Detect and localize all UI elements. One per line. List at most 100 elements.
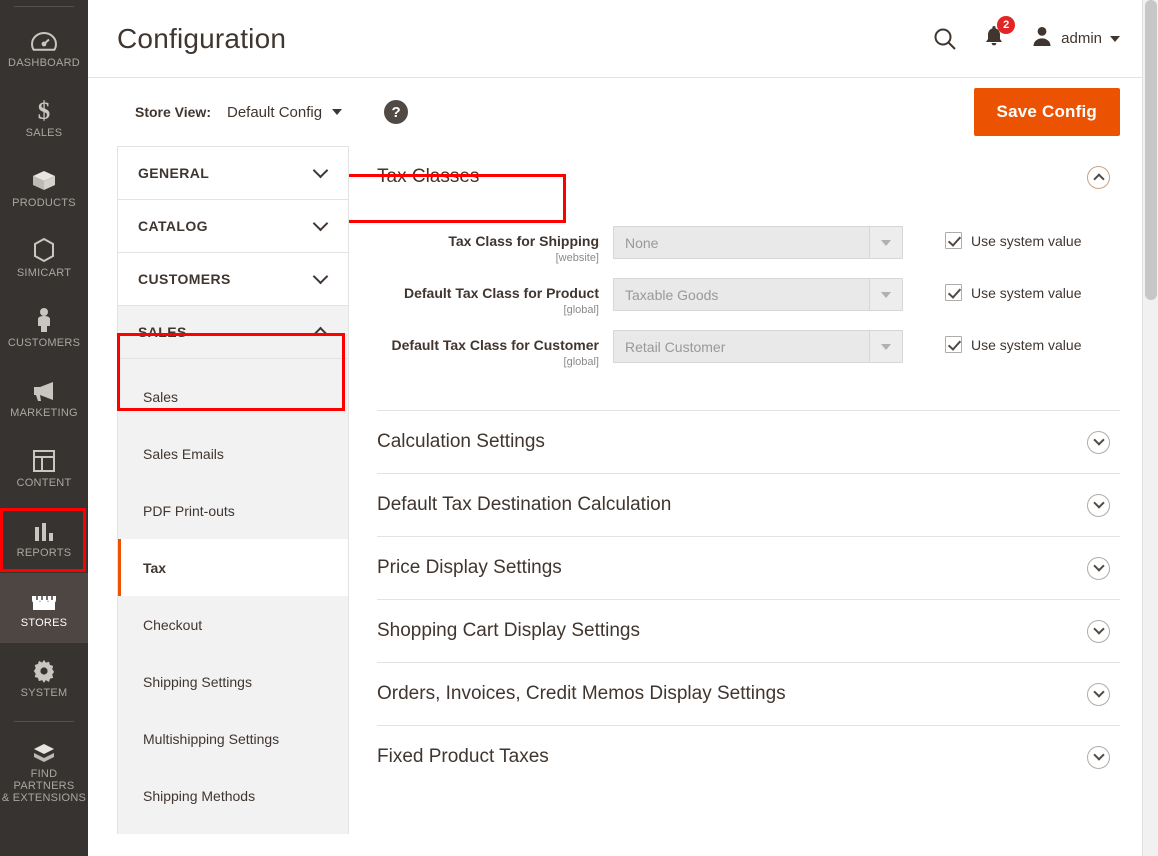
sidebar-item-products[interactable]: PRODUCTS	[0, 153, 88, 223]
fieldset-tax-classes-header[interactable]: Tax Classes	[377, 146, 1120, 208]
field-control: Taxable Goods	[613, 278, 903, 311]
chevron-up-icon[interactable]	[1087, 166, 1110, 189]
dashboard-icon	[31, 27, 57, 53]
chevron-down-icon[interactable]	[1087, 683, 1110, 706]
tax-class-for-shipping-select[interactable]: None	[613, 226, 903, 259]
fieldset-title: Calculation Settings	[377, 431, 545, 453]
notification-count-badge: 2	[997, 16, 1015, 34]
sidebar-item-label: REPORTS	[17, 547, 72, 559]
hexagon-icon	[32, 237, 56, 263]
default-tax-class-for-customer-select[interactable]: Retail Customer	[613, 330, 903, 363]
config-nav-section-general[interactable]: GENERAL	[118, 147, 348, 200]
use-system-value-checkbox[interactable]	[945, 284, 962, 301]
config-nav-item-tax[interactable]: Tax	[118, 539, 348, 596]
fieldset-tax-classes-body: Tax Class for Shipping [website] None	[377, 208, 1120, 410]
fieldset-calculation-settings: Calculation Settings	[377, 411, 1120, 474]
fieldset-orders-invoices-credit-memos-header[interactable]: Orders, Invoices, Credit Memos Display S…	[377, 663, 1120, 725]
fieldset-fixed-product-taxes-header[interactable]: Fixed Product Taxes	[377, 726, 1120, 788]
config-nav-item-label: Checkout	[143, 617, 202, 633]
config-nav-section-label: GENERAL	[138, 165, 209, 181]
bar-chart-icon	[32, 517, 56, 543]
fieldset-price-display-settings-header[interactable]: Price Display Settings	[377, 537, 1120, 599]
sidebar-item-system[interactable]: SYSTEM	[0, 643, 88, 713]
sidebar-item-label: PRODUCTS	[12, 197, 76, 209]
config-nav-item-label: Tax	[143, 560, 166, 576]
fieldset-orders-invoices-credit-memos-display-settings: Orders, Invoices, Credit Memos Display S…	[377, 663, 1120, 726]
config-nav-item-label: Shipping Methods	[143, 788, 255, 804]
admin-user-menu[interactable]: admin	[1031, 25, 1120, 52]
store-view-value: Default Config	[227, 104, 322, 121]
field-default-tax-class-for-product: Default Tax Class for Product [global] T…	[377, 278, 1120, 316]
default-tax-class-for-product-select[interactable]: Taxable Goods	[613, 278, 903, 311]
sidebar-item-stores[interactable]: STORES	[0, 573, 88, 643]
chevron-down-icon	[332, 109, 342, 115]
config-nav-item-label: Sales	[143, 389, 178, 405]
search-icon[interactable]	[933, 27, 957, 51]
fieldset-shopping-cart-display-settings-header[interactable]: Shopping Cart Display Settings	[377, 600, 1120, 662]
chevron-down-icon	[869, 331, 902, 362]
config-nav-item-checkout[interactable]: Checkout	[118, 596, 348, 653]
layout-icon	[32, 447, 56, 473]
sidebar-item-content[interactable]: CONTENT	[0, 433, 88, 503]
config-nav-section-sales[interactable]: SALES	[118, 306, 348, 359]
fieldset-default-tax-destination-calculation-header[interactable]: Default Tax Destination Calculation	[377, 474, 1120, 536]
notifications-button[interactable]: 2	[983, 24, 1005, 53]
fieldset-calculation-settings-header[interactable]: Calculation Settings	[377, 411, 1120, 473]
field-control: None	[613, 226, 903, 259]
sidebar-item-marketing[interactable]: MARKETING	[0, 363, 88, 433]
page-scrollbar[interactable]	[1142, 0, 1158, 856]
use-system-value-checkbox[interactable]	[945, 232, 962, 249]
scrollbar-thumb[interactable]	[1145, 0, 1157, 300]
sidebar-item-simicart[interactable]: SIMICART	[0, 223, 88, 293]
person-icon	[34, 307, 54, 333]
sidebar-item-label: MARKETING	[10, 407, 78, 419]
fieldset-tax-classes: Tax Classes Tax Class for Shipping [webs…	[377, 146, 1120, 411]
save-config-button[interactable]: Save Config	[974, 88, 1120, 136]
sidebar-item-label: STORES	[21, 617, 68, 629]
sidebar-item-customers[interactable]: CUSTOMERS	[0, 293, 88, 363]
config-nav-item-multishipping-settings[interactable]: Multishipping Settings	[118, 710, 348, 767]
fieldset-shopping-cart-display-settings: Shopping Cart Display Settings	[377, 600, 1120, 663]
chevron-down-icon[interactable]	[1087, 494, 1110, 517]
field-label-text: Default Tax Class for Customer	[377, 337, 599, 354]
fieldset-price-display-settings: Price Display Settings	[377, 537, 1120, 600]
field-default-tax-class-for-customer: Default Tax Class for Customer [global] …	[377, 330, 1120, 368]
use-system-value-checkbox[interactable]	[945, 336, 962, 353]
chevron-down-icon	[1110, 36, 1120, 42]
main-panel: Configuration 2 admin	[88, 0, 1158, 856]
header-actions: 2 admin	[933, 24, 1120, 53]
question-mark-icon[interactable]: ?	[384, 100, 408, 124]
sidebar-item-find-partners[interactable]: FIND PARTNERS & EXTENSIONS	[0, 732, 88, 810]
sidebar-item-label: CONTENT	[17, 477, 72, 489]
field-tax-class-for-shipping: Tax Class for Shipping [website] None	[377, 226, 1120, 264]
config-nav-section-label: SALES	[138, 324, 187, 340]
config-nav-item-sales[interactable]: Sales	[118, 368, 348, 425]
sidebar-item-label: SALES	[26, 127, 63, 139]
config-nav-section-label: CATALOG	[138, 218, 208, 234]
field-scope: [global]	[377, 356, 599, 368]
sidebar-bottom-divider	[14, 721, 74, 722]
sidebar-item-label: FIND PARTNERS & EXTENSIONS	[0, 768, 88, 804]
chevron-down-icon[interactable]	[1087, 557, 1110, 580]
config-nav-section-catalog[interactable]: CATALOG	[118, 200, 348, 253]
store-view-label: Store View:	[135, 104, 211, 120]
config-nav-item-pdf-print-outs[interactable]: PDF Print-outs	[118, 482, 348, 539]
config-nav-item-shipping-settings[interactable]: Shipping Settings	[118, 653, 348, 710]
store-view-select[interactable]: Default Config	[227, 104, 342, 121]
config-nav-section-customers[interactable]: CUSTOMERS	[118, 253, 348, 306]
sidebar-item-reports[interactable]: REPORTS	[0, 503, 88, 573]
config-nav-item-shipping-methods[interactable]: Shipping Methods	[118, 767, 348, 824]
chevron-down-icon[interactable]	[1087, 620, 1110, 643]
field-use-system-value: Use system value	[903, 278, 1081, 301]
fieldset-title: Default Tax Destination Calculation	[377, 494, 671, 516]
field-label-text: Tax Class for Shipping	[377, 233, 599, 250]
sidebar-item-label: DASHBOARD	[8, 57, 80, 69]
chevron-down-icon[interactable]	[1087, 431, 1110, 454]
fieldset-default-tax-destination-calculation: Default Tax Destination Calculation	[377, 474, 1120, 537]
chevron-down-icon[interactable]	[1087, 746, 1110, 769]
config-nav-item-label: PDF Print-outs	[143, 503, 235, 519]
sidebar-item-sales[interactable]: $ SALES	[0, 83, 88, 153]
sidebar-item-dashboard[interactable]: DASHBOARD	[0, 13, 88, 83]
page-title: Configuration	[117, 23, 286, 55]
config-nav-item-sales-emails[interactable]: Sales Emails	[118, 425, 348, 482]
